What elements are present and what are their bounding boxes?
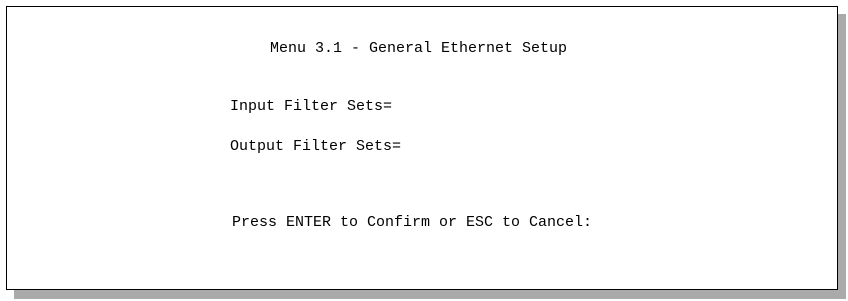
confirm-cancel-prompt: Press ENTER to Confirm or ESC to Cancel: — [232, 214, 593, 231]
output-filter-sets-field[interactable] — [401, 138, 441, 156]
output-filter-sets-label: Output Filter Sets= — [230, 138, 402, 155]
terminal-menu-screen: Menu 3.1 - General Ethernet Setup Input … — [6, 6, 838, 290]
menu-title: Menu 3.1 - General Ethernet Setup — [270, 40, 568, 57]
input-filter-sets-field[interactable] — [392, 98, 432, 116]
input-filter-sets-row: Input Filter Sets= — [230, 98, 432, 116]
input-filter-sets-label: Input Filter Sets= — [230, 98, 393, 115]
output-filter-sets-row: Output Filter Sets= — [230, 138, 441, 156]
